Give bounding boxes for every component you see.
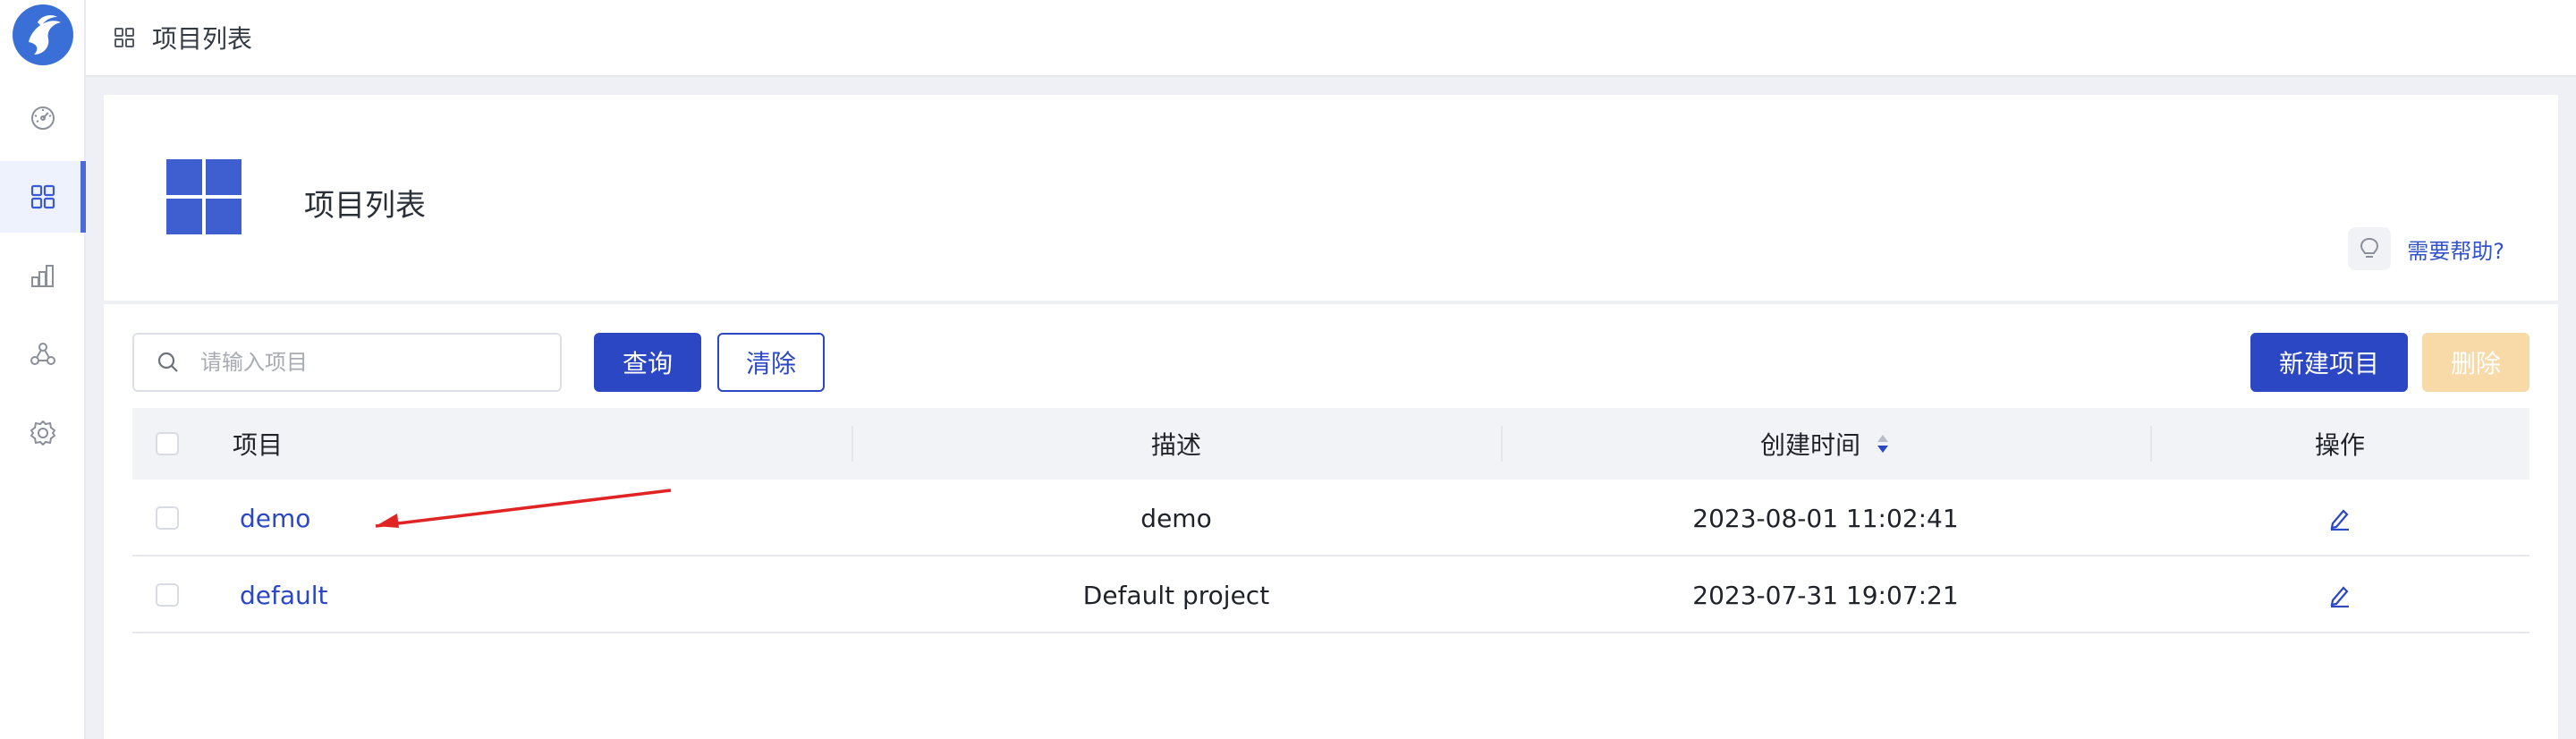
- query-button[interactable]: 查询: [594, 333, 701, 392]
- project-actions-cell: [2150, 480, 2529, 556]
- row-select-cell: [156, 480, 179, 556]
- app-logo[interactable]: [11, 3, 75, 67]
- table-header: 项目 描述 创建时间 操作: [132, 408, 2529, 480]
- search-icon: [157, 352, 178, 372]
- edit-icon[interactable]: [2327, 505, 2352, 531]
- select-all-cell: [156, 408, 179, 480]
- project-table: 项目 描述 创建时间 操作 demo demo 2023-08-01 11:02…: [132, 408, 2529, 633]
- clear-button[interactable]: 清除: [717, 333, 825, 392]
- annotation-arrow: [375, 488, 672, 528]
- column-header-created-label: 创建时间: [1759, 430, 1860, 460]
- search-input[interactable]: [199, 349, 538, 376]
- settings-icon: [30, 420, 56, 446]
- breadcrumb: 项目列表: [152, 24, 253, 54]
- project-description-cell: Default project: [1082, 580, 1270, 610]
- page-title: 项目列表: [304, 188, 426, 224]
- delete-button[interactable]: 删除: [2422, 333, 2529, 392]
- sidebar-item-projects[interactable]: [0, 161, 86, 233]
- select-all-checkbox[interactable]: [156, 432, 179, 455]
- project-list-panel: 查询 清除 新建项目 删除 项目 描述 创建时间 操作: [104, 304, 2558, 739]
- column-header-name[interactable]: 项目: [233, 408, 283, 480]
- top-bar: 项目列表: [86, 0, 2576, 77]
- sidebar-item-topology[interactable]: [0, 319, 86, 390]
- sidebar-item-dashboard[interactable]: [0, 82, 86, 154]
- sidebar-item-settings[interactable]: [0, 397, 86, 469]
- project-name-cell: default: [240, 556, 328, 633]
- sidebar-item-reports[interactable]: [0, 240, 86, 311]
- toolbar: 查询 清除 新建项目 删除: [132, 333, 2529, 392]
- column-header-description[interactable]: 描述: [852, 408, 1501, 480]
- row-checkbox[interactable]: [156, 506, 179, 530]
- project-grid-icon: [166, 159, 242, 234]
- project-created-cell: 2023-08-01 11:02:41: [1692, 503, 1959, 533]
- nodes-icon: [30, 343, 55, 365]
- grid-icon: [30, 184, 55, 209]
- bar-chart-icon: [31, 265, 54, 287]
- project-actions-cell: [2150, 556, 2529, 633]
- new-project-button[interactable]: 新建项目: [2250, 333, 2408, 392]
- search-box[interactable]: [132, 333, 562, 392]
- project-name-link[interactable]: default: [240, 581, 328, 610]
- table-row: demo demo 2023-08-01 11:02:41: [132, 480, 2529, 556]
- row-checkbox[interactable]: [156, 583, 179, 607]
- grid-icon: [114, 28, 134, 47]
- project-name-link[interactable]: demo: [240, 504, 310, 533]
- sidebar: [0, 0, 86, 739]
- project-description-cell: demo: [1140, 503, 1212, 533]
- column-header-actions: 操作: [2314, 430, 2365, 460]
- page-header: 项目列表 需要帮助?: [104, 95, 2558, 301]
- sort-icon[interactable]: [1875, 431, 1891, 456]
- column-header-created[interactable]: 创建时间: [1501, 408, 2150, 480]
- help-area: 需要帮助?: [2348, 227, 2504, 270]
- lightbulb-icon[interactable]: [2348, 227, 2392, 270]
- row-select-cell: [156, 556, 179, 633]
- project-name-cell: demo: [240, 480, 310, 556]
- help-link[interactable]: 需要帮助?: [2407, 234, 2504, 265]
- table-row: default Default project 2023-07-31 19:07…: [132, 556, 2529, 633]
- edit-icon[interactable]: [2327, 582, 2352, 607]
- project-created-cell: 2023-07-31 19:07:21: [1692, 580, 1959, 610]
- dashboard-icon: [31, 106, 55, 130]
